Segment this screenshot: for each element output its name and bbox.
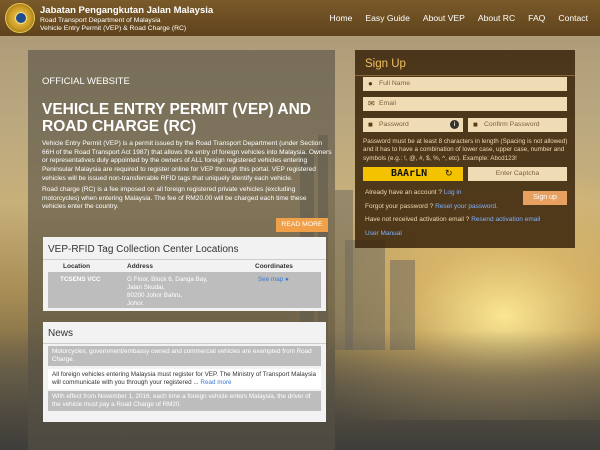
jpj-logo-icon[interactable]: [5, 3, 35, 33]
column-header-coordinates: Coordinates: [255, 263, 293, 270]
page-title: VEHICLE ENTRY PERMIT (VEP) AND ROAD CHAR…: [42, 101, 311, 135]
password-input[interactable]: ■ Password i: [363, 118, 463, 132]
nav-about-rc[interactable]: About RC: [478, 13, 515, 23]
news-card: News Motorcycles, government/embassy own…: [43, 322, 326, 422]
address-line: Jalan Skudai,: [127, 284, 165, 291]
nav-about-vep[interactable]: About VEP: [423, 13, 465, 23]
news-item: All foreign vehicles entering Malaysia m…: [48, 369, 321, 389]
see-map-label: See map: [258, 276, 284, 283]
signup-button[interactable]: Sign up: [523, 191, 567, 205]
info-icon[interactable]: i: [450, 120, 459, 129]
news-title: News: [48, 328, 74, 339]
brand-title: Jabatan Pengangkutan Jalan Malaysia: [40, 5, 214, 16]
login-prompt: Already have an account ? Log in: [365, 189, 462, 196]
see-map-link[interactable]: See map ●: [258, 276, 289, 284]
news-item-text: All foreign vehicles entering Malaysia m…: [52, 371, 316, 387]
column-header-address: Address: [127, 263, 154, 270]
row-location: TCSENS VCC: [60, 276, 101, 283]
table-row: TCSENS VCC G Floor, Block 6, Danga Bay, …: [48, 272, 321, 308]
lock-icon: ■: [473, 120, 478, 129]
row-address: G Floor, Block 6, Danga Bay, Jalan Skuda…: [127, 276, 217, 308]
reset-password-link[interactable]: Reset your password.: [435, 203, 498, 210]
site-header: Jabatan Pengangkutan Jalan Malaysia Road…: [0, 0, 600, 36]
email-input[interactable]: ✉ Email: [363, 97, 567, 111]
official-website-label: OFFICIAL WEBSITE: [42, 76, 130, 87]
brand-subtitle: Road Transport Department of Malaysia: [40, 17, 161, 24]
user-icon: ●: [368, 79, 373, 88]
vep-centers-card: VEP-RFID Tag Collection Center Locations…: [43, 237, 326, 311]
refresh-icon[interactable]: ↻: [445, 168, 453, 179]
forgot-prompt: Forgot your password ? Reset your passwo…: [365, 203, 498, 210]
divider: [43, 343, 326, 344]
vep-intro-text: Vehicle Entry Permit (VEP) is a permit i…: [42, 140, 332, 182]
address-line: Johor.: [127, 300, 145, 307]
activation-prompt: Have not received activation email ? Res…: [365, 216, 540, 223]
envelope-icon: ✉: [368, 99, 375, 108]
read-more-button[interactable]: READ MORE: [276, 218, 328, 232]
password-requirements: Password must be at least 8 characters i…: [363, 138, 568, 162]
brand-subtitle: Vehicle Entry Permit (VEP) & Road Charge…: [40, 25, 187, 32]
email-placeholder: Email: [379, 100, 396, 107]
logo-emblem: [15, 12, 27, 24]
address-line: 80200 Johor Bahru,: [127, 292, 183, 299]
signup-title: Sign Up: [365, 58, 406, 70]
captcha-image: BAArLN ↻: [363, 167, 463, 181]
address-line: G Floor, Block 6, Danga Bay,: [127, 276, 208, 283]
user-manual-link[interactable]: User Manual: [365, 230, 402, 237]
nav-home[interactable]: Home: [329, 13, 352, 23]
column-header-location: Location: [63, 263, 91, 270]
vep-centers-title: VEP-RFID Tag Collection Center Locations: [48, 244, 239, 255]
full-name-placeholder: Full Name: [379, 80, 410, 87]
news-item: With effect from November 1, 2016, each …: [48, 391, 321, 411]
rc-intro-text: Road charge (RC) is a fee imposed on all…: [42, 186, 307, 211]
nav-easy-guide[interactable]: Easy Guide: [365, 13, 409, 23]
news-read-more-link[interactable]: Read more: [200, 379, 231, 386]
lock-icon: ■: [368, 120, 373, 129]
login-link[interactable]: Log in: [444, 189, 462, 196]
signup-panel: Sign Up ● Full Name ✉ Email ■ Password i…: [355, 50, 575, 248]
full-name-input[interactable]: ● Full Name: [363, 77, 567, 91]
divider: [43, 259, 326, 260]
no-activation-text: Have not received activation email ?: [365, 216, 470, 223]
divider: [355, 75, 575, 76]
password-placeholder: Password: [379, 121, 409, 128]
main-nav: Home Easy Guide About VEP About RC FAQ C…: [329, 13, 588, 23]
have-account-text: Already have an account ?: [365, 189, 442, 196]
map-marker-icon: ●: [283, 276, 289, 283]
nav-contact[interactable]: Contact: [558, 13, 588, 23]
confirm-password-placeholder: Confirm Password: [484, 121, 540, 128]
news-item: Motorcycles, government/embassy owned an…: [48, 346, 321, 366]
resend-activation-link[interactable]: Resend activation email: [471, 216, 540, 223]
confirm-password-input[interactable]: ■ Confirm Password: [468, 118, 567, 132]
nav-faq[interactable]: FAQ: [528, 13, 545, 23]
captcha-code: BAArLN: [391, 168, 428, 179]
forgot-text: Forgot your password ?: [365, 203, 434, 210]
captcha-input[interactable]: Enter Captcha: [468, 167, 567, 181]
